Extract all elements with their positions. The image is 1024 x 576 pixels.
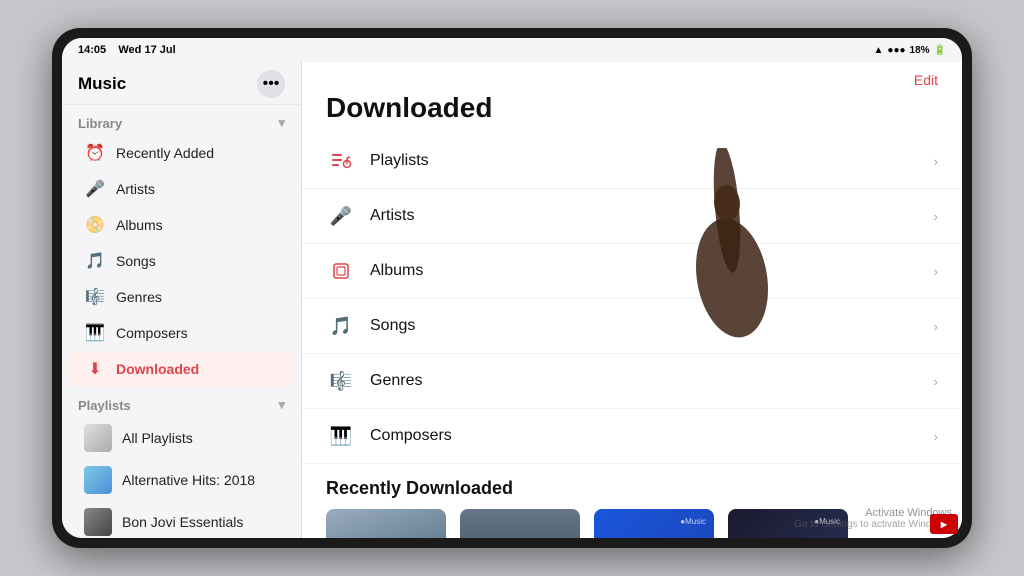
recently-downloaded-title: Recently Downloaded [302,464,962,509]
bon-jovi-thumb [84,508,112,536]
albums-list-icon [326,256,356,286]
album-card-essentials[interactable]: ●Music Essentials Essentials Rock [728,509,848,538]
sidebar-item-recently-added[interactable]: ⏰ Recently Added [68,135,295,171]
playlists-list-icon [326,146,356,176]
album-icon: 📀 [84,214,106,236]
song-icon: 🎵 [84,250,106,272]
main-panel: Edit Downloaded [302,62,962,538]
composers-list-icon: 🎹 [326,421,356,451]
album-card-hope[interactable]: HOPE NF [460,509,580,538]
songs-list-icon: 🎵 [326,311,356,341]
chevron-right-icon-composers: › [934,429,938,444]
album-art-clouds [326,509,446,538]
app-content: Music ••• Library ▾ ⏰ Recently Added 🎤 A [62,62,962,538]
sidebar-item-alternative-hits[interactable]: Alternative Hits: 2018 [68,459,295,501]
albums-row: CLOUDS (THE MIXTAPE) NF HOPE NF [302,509,962,538]
status-time: 14:05 Wed 17 Jul [78,44,176,56]
sidebar-item-genres[interactable]: 🎼 Genres [68,279,295,315]
sidebar-item-songs[interactable]: 🎵 Songs [68,243,295,279]
time-label: 14:05 [78,44,106,56]
red-badge: ▶ [930,514,958,534]
library-section-label: Library ▾ [62,105,301,135]
battery-icon: 🔋 [934,45,946,56]
sidebar-item-bon-jovi[interactable]: Bon Jovi Essentials [68,501,295,538]
main-header: Edit [302,62,962,92]
wifi-icon: ▲ [874,45,884,56]
download-icon: ⬇ [84,358,106,380]
badge-label: ▶ [941,520,947,529]
date-label: Wed 17 Jul [118,44,175,56]
chevron-down-icon-playlists: ▾ [278,397,285,413]
edit-button[interactable]: Edit [914,72,938,88]
mic-icon: 🎤 [84,178,106,200]
artists-list-icon: 🎤 [326,201,356,231]
sidebar-item-artists[interactable]: 🎤 Artists [68,171,295,207]
sidebar-header: Music ••• [62,62,301,105]
album-art-rnb: ●Music R&B [594,509,714,538]
chevron-right-icon-songs: › [934,319,938,334]
chevron-right-icon: › [934,154,938,169]
genre-icon: 🎼 [84,286,106,308]
chevron-right-icon-genres: › [934,374,938,389]
chevron-right-icon-albums: › [934,264,938,279]
sidebar-item-downloaded[interactable]: ⬇ Downloaded [68,351,295,387]
album-card-rnb[interactable]: ●Music R&B V R&B Apple Music [594,509,714,538]
all-playlists-thumb [84,424,112,452]
dots-icon: ••• [263,75,280,93]
album-card-clouds[interactable]: CLOUDS (THE MIXTAPE) NF [326,509,446,538]
list-row-genres[interactable]: 🎼 Genres › [302,354,962,409]
alt-hits-thumb [84,466,112,494]
chevron-down-icon: ▾ [278,115,285,131]
ipad-device: 14:05 Wed 17 Jul ▲ ●●● 18% 🔋 Music ••• [52,28,972,548]
battery-label: 18% [910,45,930,56]
chevron-right-icon-artists: › [934,209,938,224]
album-art-essentials: ●Music Essentials [728,509,848,538]
sidebar: Music ••• Library ▾ ⏰ Recently Added 🎤 A [62,62,302,538]
list-row-composers[interactable]: 🎹 Composers › [302,409,962,464]
status-bar: 14:05 Wed 17 Jul ▲ ●●● 18% 🔋 [62,38,962,62]
page-title: Downloaded [302,92,962,134]
genres-list-icon: 🎼 [326,366,356,396]
signal-icon: ●●● [887,45,905,56]
sidebar-menu-button[interactable]: ••• [257,70,285,98]
album-art-hope [460,509,580,538]
clock-icon: ⏰ [84,142,106,164]
composer-icon: 🎹 [84,322,106,344]
list-row-songs[interactable]: 🎵 Songs › [302,299,962,354]
sidebar-item-all-playlists[interactable]: All Playlists [68,417,295,459]
list-row-playlists[interactable]: Playlists › [302,134,962,189]
playlists-section-label: Playlists ▾ [62,387,301,417]
list-row-albums[interactable]: Albums › [302,244,962,299]
screen: 14:05 Wed 17 Jul ▲ ●●● 18% 🔋 Music ••• [62,38,962,538]
sidebar-title: Music [78,74,126,94]
status-right: ▲ ●●● 18% 🔋 [874,45,947,56]
sidebar-item-albums[interactable]: 📀 Albums [68,207,295,243]
sidebar-item-composers[interactable]: 🎹 Composers [68,315,295,351]
list-row-artists[interactable]: 🎤 Artists › [302,189,962,244]
